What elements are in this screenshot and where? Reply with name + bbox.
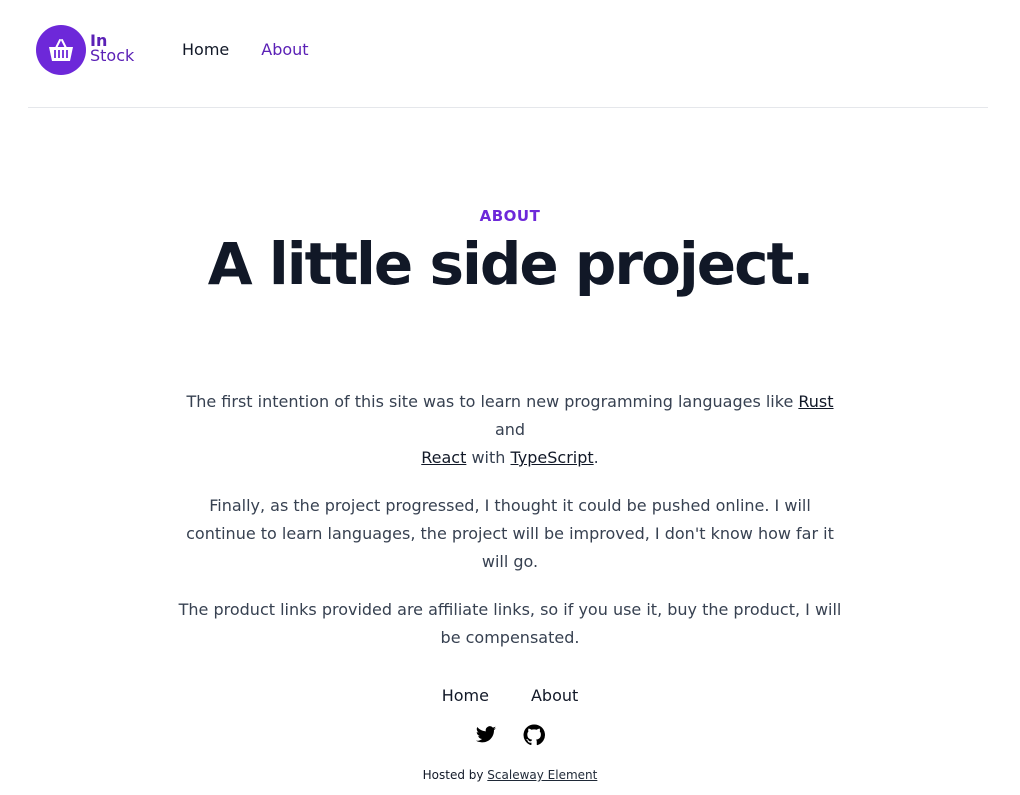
- github-icon[interactable]: [523, 724, 545, 746]
- p1-text-start: The first intention of this site was to …: [186, 392, 799, 411]
- twitter-icon[interactable]: [475, 724, 497, 746]
- footer-nav-about[interactable]: About: [531, 686, 578, 705]
- social-links: [0, 724, 1020, 746]
- nav-home[interactable]: Home: [182, 40, 229, 59]
- paragraph-3: The product links provided are affiliate…: [178, 600, 842, 647]
- hosted-prefix: Hosted by: [422, 768, 488, 782]
- p1-text-and: and: [494, 420, 526, 439]
- footer-nav: Home About: [0, 686, 1020, 705]
- main-nav: Home About: [182, 40, 309, 59]
- paragraph-2: Finally, as the project progressed, I th…: [186, 496, 834, 571]
- basket-icon: [36, 25, 86, 75]
- paragraph-1: The first intention of this site was to …: [175, 388, 845, 472]
- brand-line-2: Stock: [90, 46, 135, 65]
- scaleway-link[interactable]: Scaleway Element: [487, 768, 597, 782]
- brand-name: In Stock: [90, 33, 135, 65]
- p1-text-end: .: [593, 448, 599, 467]
- about-content: The first intention of this site was to …: [175, 388, 845, 672]
- typescript-link[interactable]: TypeScript: [511, 448, 594, 467]
- site-header: In Stock Home About: [28, 0, 988, 108]
- section-eyebrow: ABOUT: [479, 207, 541, 225]
- rust-link[interactable]: Rust: [798, 392, 833, 411]
- footer-nav-home[interactable]: Home: [442, 686, 489, 705]
- hosted-by: Hosted by Scaleway Element: [0, 768, 1020, 782]
- brand-logo[interactable]: In Stock: [36, 25, 134, 75]
- react-link[interactable]: React: [421, 448, 466, 467]
- page-title: A little side project.: [207, 230, 814, 298]
- nav-about[interactable]: About: [261, 40, 308, 59]
- p1-text-with: with: [466, 448, 511, 467]
